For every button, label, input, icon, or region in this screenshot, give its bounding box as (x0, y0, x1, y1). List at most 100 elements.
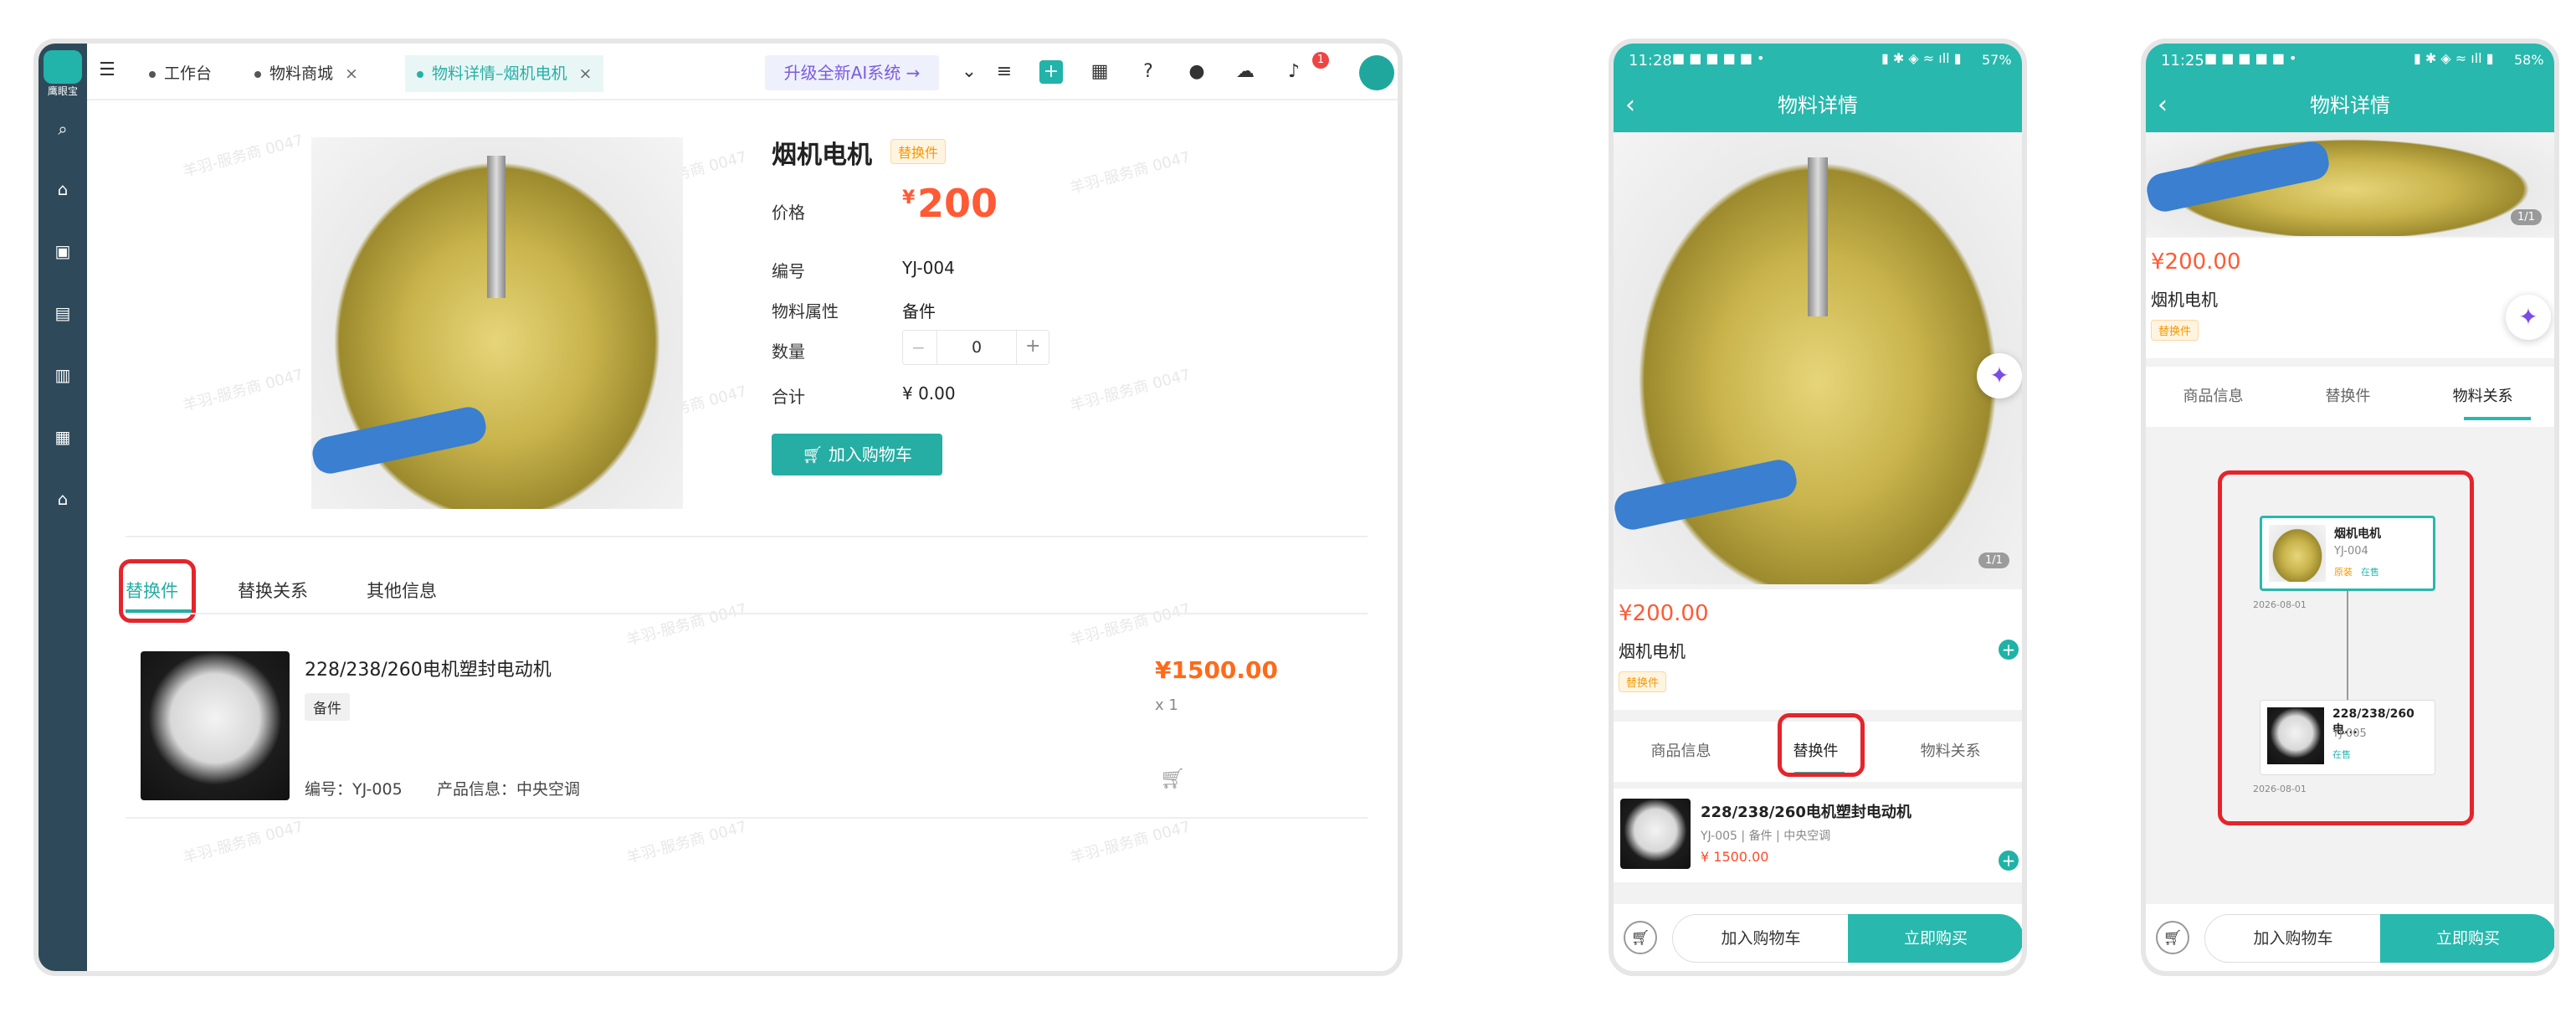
tab-material-detail[interactable]: 物料详情–烟机电机 × (405, 55, 604, 92)
minus-icon[interactable]: − (911, 337, 926, 357)
cart-icon[interactable]: 🛒︎ (1160, 767, 1185, 790)
archive-icon[interactable]: ▦ (53, 427, 73, 447)
chevron-down-icon[interactable]: ⌄ (957, 60, 981, 84)
watermark: 羊羽-服务商 0047 (181, 366, 305, 415)
tab-replacement[interactable]: 替换件 (2281, 367, 2415, 427)
image-counter: 1/1 (2511, 209, 2542, 225)
battery-level: 58% (2514, 52, 2544, 68)
watermark: 羊羽-服务商 0047 (1068, 366, 1193, 415)
app-logo[interactable] (44, 50, 82, 84)
motor-hose (1614, 456, 1800, 533)
replacement-title[interactable]: 228/238/260电机塑封电动机 (305, 655, 552, 681)
ai-upgrade-button[interactable]: 升级全新AI系统 → (765, 55, 939, 90)
node-code: YJ-004 (2334, 545, 2368, 558)
product-title: 烟机电机 (772, 141, 872, 170)
close-icon[interactable]: × (579, 64, 593, 83)
product-image[interactable]: 1/1 (1614, 132, 2022, 584)
product-name: 烟机电机 (2151, 290, 2218, 310)
replacement-code: 编号：YJ-005 (305, 780, 403, 799)
tab-label: 物料商城 (269, 64, 334, 83)
status-bar: 11:28 ■ ■ ■ ■ ■ • ▮ ✱ ◈ ≈ ıll ▮ 57% (1614, 44, 2022, 79)
motor-shaft (487, 156, 505, 298)
add-to-cart-button[interactable]: 加入购物车 (2204, 914, 2382, 963)
buy-now-button[interactable]: 立即购买 (2380, 914, 2554, 963)
divider (126, 817, 1368, 819)
bag-icon[interactable]: ▥ (53, 365, 73, 385)
status-time: 11:25 (2161, 52, 2204, 69)
ai-assistant-icon[interactable]: ✦ (1977, 353, 2022, 398)
battery-level: 57% (1982, 52, 2012, 68)
tab-other-info[interactable]: 其他信息 (367, 578, 437, 608)
add-to-cart-button[interactable]: 加入购物车 (1672, 914, 1850, 963)
badge-icon[interactable]: ▤ (53, 303, 73, 323)
replacement-image (1620, 799, 1691, 869)
tab-material-mall[interactable]: 物料商城 × (243, 55, 370, 92)
home-icon[interactable]: ⌂ (53, 179, 73, 199)
add-icon[interactable]: + (1999, 851, 2019, 871)
node-date: 2026-08-01 (2253, 784, 2307, 794)
add-icon[interactable]: + (1039, 60, 1063, 84)
tab-product-info[interactable]: 商品信息 (1614, 722, 1748, 782)
store-icon[interactable]: ⌂ (53, 489, 73, 509)
qty-label: 数量 (772, 342, 805, 362)
status-time: 11:28 (1629, 52, 1672, 69)
close-icon[interactable]: × (345, 64, 358, 83)
menu-collapse-icon[interactable]: ☰ (95, 59, 119, 82)
signal-icons: ▮ ✱ ◈ ≈ ıll ▮ (2414, 50, 2494, 66)
bottom-action-bar: 🛒︎ 加入购物车 立即购买 (1614, 904, 2022, 971)
watermark: 羊羽-服务商 0047 (624, 600, 749, 650)
replacement-qty: x 1 (1155, 696, 1178, 714)
attr-value: 备件 (902, 301, 936, 321)
replacement-image[interactable] (141, 651, 290, 800)
watermark: 羊羽-服务商 0047 (624, 818, 749, 867)
bell-icon[interactable]: ♪ (1282, 60, 1306, 84)
skin-icon[interactable]: ● (1185, 60, 1208, 84)
product-image[interactable]: 1/1 (2146, 132, 2554, 236)
watermark: 羊羽-服务商 0047 (1068, 600, 1193, 650)
add-icon[interactable]: + (1999, 640, 2019, 660)
code-label: 编号 (772, 261, 805, 281)
phone-screen-replacement: 11:28 ■ ■ ■ ■ ■ • ▮ ✱ ◈ ≈ ıll ▮ 57% ‹ 物料… (1609, 39, 2027, 976)
product-image[interactable] (309, 137, 683, 509)
watermark: 羊羽-服务商 0047 (181, 131, 305, 181)
caret-down-icon[interactable]: ▾ (1398, 60, 1403, 84)
back-icon[interactable]: ‹ (1625, 79, 1635, 132)
ai-assistant-icon[interactable]: ✦ (2506, 295, 2551, 340)
cloud-icon[interactable]: ☁ (1234, 60, 1257, 84)
avatar[interactable] (1359, 55, 1394, 90)
cart-icon[interactable]: 🛒︎ (2156, 921, 2189, 954)
replacement-item[interactable]: 228/238/260电机塑封电动机 YJ-005 | 备件 | 中央空调 ¥ … (1614, 789, 2022, 882)
phone-screen-relation: 11:25 ■ ■ ■ ■ ■ • ▮ ✱ ◈ ≈ ıll ▮ 58% ‹ 物料… (2141, 39, 2559, 976)
buy-now-button[interactable]: 立即购买 (1848, 914, 2022, 963)
status-bar: 11:25 ■ ■ ■ ■ ■ • ▮ ✱ ◈ ≈ ıll ▮ 58% (2146, 44, 2554, 79)
help-icon[interactable]: ? (1137, 60, 1160, 84)
replacement-price: ¥ 1500.00 (1701, 849, 1769, 865)
list-icon[interactable]: ≡ (993, 60, 1016, 84)
calendar-icon[interactable]: ▦ (1088, 60, 1111, 84)
cart-icon[interactable]: 🛒︎ (1624, 921, 1657, 954)
nav-bar: ‹ 物料详情 (2146, 79, 2554, 132)
relation-node-replacement[interactable]: 228/238/260电... YJ-005 在售 (2260, 700, 2435, 775)
divider (126, 536, 1368, 537)
tab-product-info[interactable]: 商品信息 (2146, 367, 2281, 427)
tab-replacement-relation[interactable]: 替换关系 (238, 578, 308, 608)
sidebar: 鹰眼宝 ⌕ ⌂ ▣ ▤ ▥ ▦ ⌂ (38, 44, 87, 971)
active-tab-indicator (2464, 417, 2531, 420)
tab-workbench[interactable]: 工作台 (137, 55, 223, 92)
quantity-stepper[interactable]: − 0 + (902, 330, 1049, 365)
nav-title: 物料详情 (2310, 94, 2390, 117)
save-icon[interactable]: ▣ (53, 241, 73, 261)
plus-icon[interactable]: + (1025, 336, 1040, 357)
node-title: 烟机电机 (2334, 527, 2381, 541)
price-label: 价格 (772, 203, 805, 223)
search-icon[interactable]: ⌕ (53, 119, 73, 139)
product-price: ¥200.00 (1619, 601, 1709, 626)
replacement-chip: 备件 (305, 693, 350, 721)
quantity-input[interactable]: 0 (936, 331, 1017, 364)
desktop-window: 鹰眼宝 ⌕ ⌂ ▣ ▤ ▥ ▦ ⌂ ☰ 工作台 物料商城 × 物料详情–烟机电机 ×… (33, 39, 1403, 976)
back-icon[interactable]: ‹ (2158, 79, 2168, 132)
replacement-title: 228/238/260电机塑封电动机 (1701, 804, 1911, 821)
tab-material-relation[interactable]: 物料关系 (1883, 722, 2018, 782)
add-to-cart-button[interactable]: 🛒︎ 加入购物车 (772, 434, 942, 475)
relation-node-current[interactable]: 烟机电机 YJ-004 原装 在售 (2260, 516, 2435, 591)
